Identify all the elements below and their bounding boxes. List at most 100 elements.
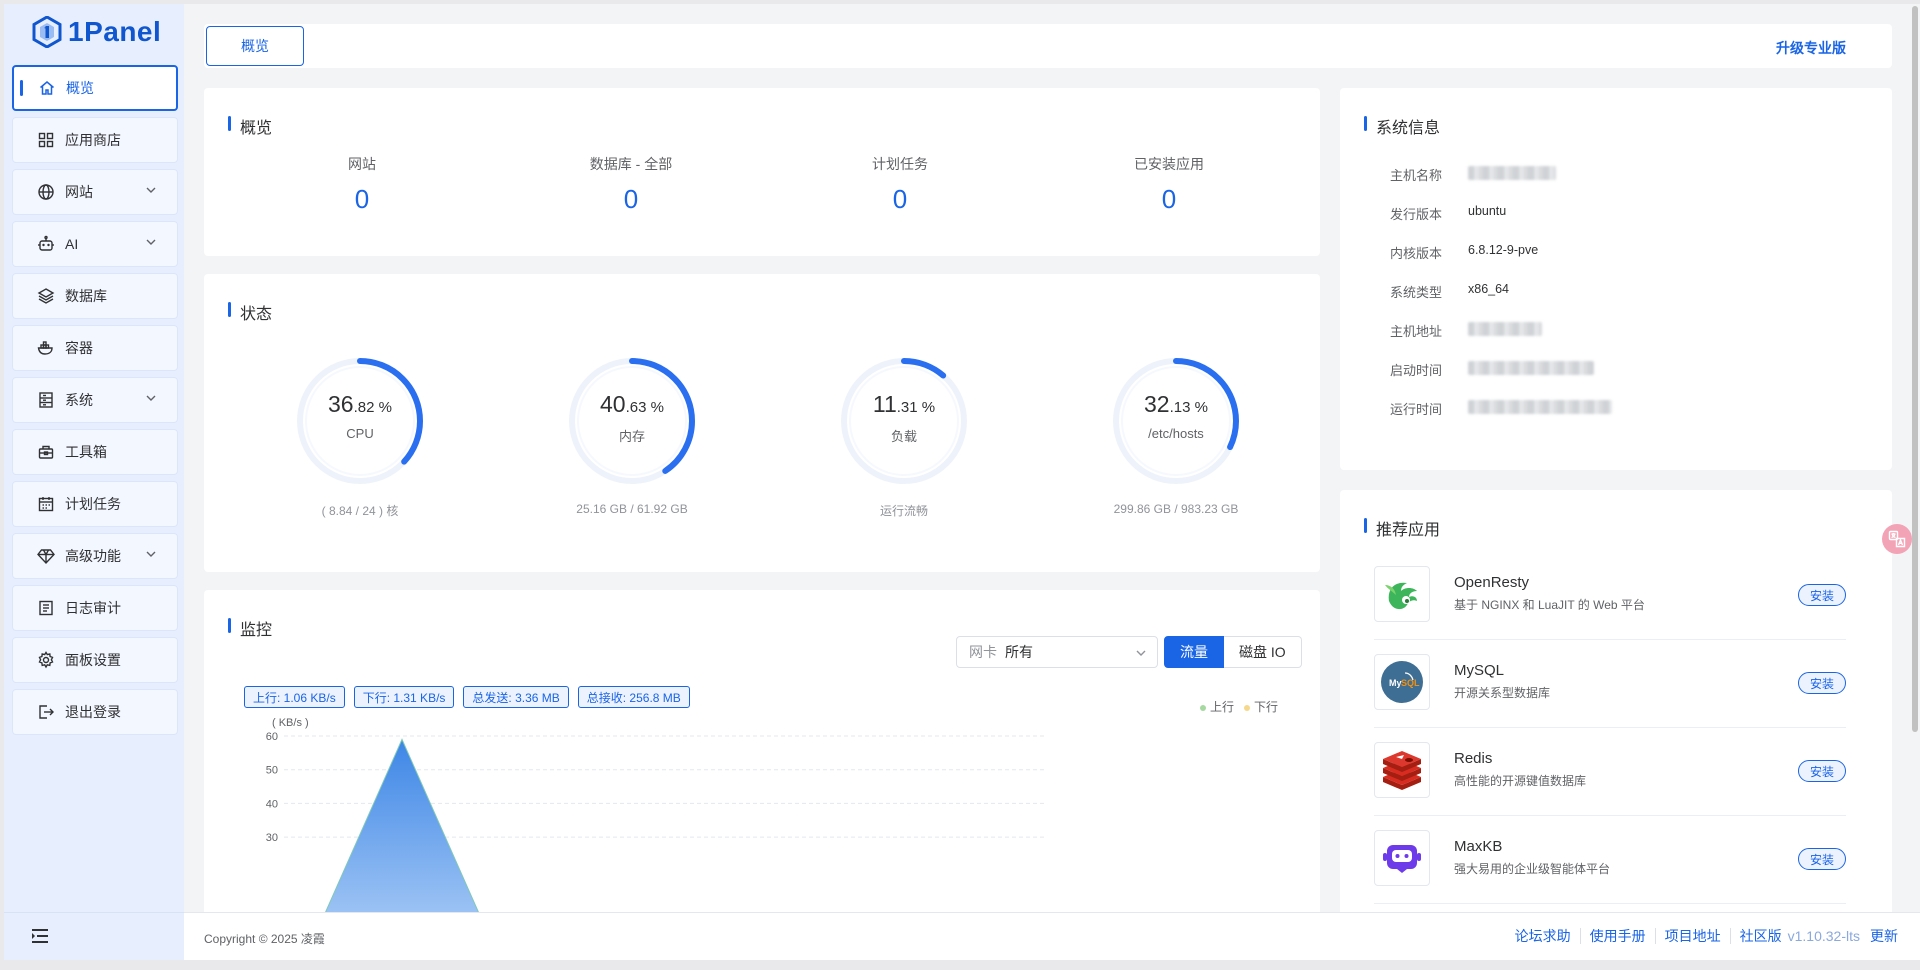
app-description: 高性能的开源键值数据库 xyxy=(1454,774,1587,788)
sidebar-item-label: 系统 xyxy=(65,392,93,408)
redis-icon xyxy=(1374,742,1430,798)
sidebar-item-website[interactable]: 网站 xyxy=(12,169,178,215)
app-row-openresty[interactable]: OpenResty 基于 NGINX 和 LuaJIT 的 Web 平台 安装 xyxy=(1374,552,1846,640)
y-tick-label: 40 xyxy=(266,798,278,810)
disk-io-button[interactable]: 磁盘 IO xyxy=(1224,636,1302,668)
gauge-value: 36.82 % xyxy=(328,391,392,417)
app-row-maxkb[interactable]: MaxKB 强大易用的企业级智能体平台 安装 xyxy=(1374,816,1846,904)
info-value-redacted xyxy=(1468,400,1612,414)
translate-icon[interactable] xyxy=(1882,524,1912,554)
forum-help-link[interactable]: 论坛求助 xyxy=(1506,928,1581,944)
overview-label: 计划任务 xyxy=(872,156,928,172)
monitor-card: 监控 网卡 所有 流量 磁盘 IO 上行: 1.06 KB/s 下行: 1.31… xyxy=(204,590,1320,960)
sidebar-item-database[interactable]: 数据库 xyxy=(12,273,178,319)
legend-item-up[interactable]: 上行 xyxy=(1200,698,1234,715)
install-button[interactable]: 安装 xyxy=(1798,584,1846,606)
info-key: 主机地址 xyxy=(1390,324,1443,339)
edition-label: 社区版 xyxy=(1739,928,1782,944)
log-icon xyxy=(37,599,55,617)
tab-overview[interactable]: 概览 xyxy=(206,26,304,66)
scrollbar-thumb[interactable] xyxy=(1912,6,1918,732)
gauge-load[interactable]: 11.31 % 负载 运行流畅 xyxy=(804,354,1004,519)
home-icon xyxy=(38,79,56,97)
version-number: v1.10.32-lts xyxy=(1787,928,1860,944)
user-manual-link[interactable]: 使用手册 xyxy=(1581,928,1656,944)
overview-installed-apps[interactable]: 已安装应用 0 xyxy=(1069,154,1269,215)
info-row-kernel: 内核版本 6.8.12-9-pve xyxy=(1390,243,1538,262)
info-value: x86_64 xyxy=(1468,282,1510,296)
overview-card: 概览 网站 0 数据库 - 全部 0 计划任务 0 已安装应用 0 xyxy=(204,88,1320,256)
grid-icon xyxy=(37,131,55,149)
brand-logo[interactable]: 1Panel xyxy=(32,14,161,50)
card-title: 状态 xyxy=(228,300,272,324)
traffic-stats: 上行: 1.06 KB/s 下行: 1.31 KB/s 总发送: 3.36 MB… xyxy=(244,686,690,708)
sidebar-item-logout[interactable]: 退出登录 xyxy=(12,689,178,735)
gauge-cpu[interactable]: 36.82 % CPU ( 8.84 / 24 ) 核 xyxy=(260,354,460,519)
sidebar-item-toolbox[interactable]: 工具箱 xyxy=(12,429,178,475)
install-button[interactable]: 安装 xyxy=(1798,760,1846,782)
svg-text:My: My xyxy=(1389,678,1402,688)
info-key: 发行版本 xyxy=(1390,207,1443,222)
sidebar: 1Panel 概览 应用商店 网站 AI 数据库 容器 系统 工具箱 计划任务 … xyxy=(4,4,184,960)
gauge-label: CPU xyxy=(346,426,374,441)
overview-databases[interactable]: 数据库 - 全部 0 xyxy=(531,154,731,215)
menu-collapse-icon[interactable] xyxy=(30,926,50,946)
traffic-button[interactable]: 流量 xyxy=(1164,636,1224,668)
update-link[interactable]: 更新 xyxy=(1866,928,1898,944)
legend-item-down[interactable]: 下行 xyxy=(1244,698,1278,715)
version-info[interactable]: 社区版 v1.10.32-lts xyxy=(1731,928,1866,944)
project-link[interactable]: 项目地址 xyxy=(1656,928,1731,944)
overview-value: 0 xyxy=(1161,184,1177,214)
sidebar-item-label: 工具箱 xyxy=(65,444,107,460)
overview-value: 0 xyxy=(623,184,639,214)
y-tick-label: 30 xyxy=(266,832,278,844)
sidebar-item-label: 数据库 xyxy=(65,288,107,304)
sidebar-item-cron[interactable]: 计划任务 xyxy=(12,481,178,527)
sidebar-item-label: 概览 xyxy=(66,80,94,96)
app-description: 开源关系型数据库 xyxy=(1454,686,1551,700)
overview-value: 0 xyxy=(354,184,370,214)
app-window: 1Panel 概览 应用商店 网站 AI 数据库 容器 系统 工具箱 计划任务 … xyxy=(4,4,1920,960)
sidebar-item-logs[interactable]: 日志审计 xyxy=(12,585,178,631)
diamond-icon xyxy=(37,547,55,565)
gauge-label: 内存 xyxy=(618,429,645,444)
info-value-redacted xyxy=(1468,166,1556,180)
app-row-redis[interactable]: Redis 高性能的开源键值数据库 安装 xyxy=(1374,728,1846,816)
sidebar-item-container[interactable]: 容器 xyxy=(12,325,178,371)
gauge-subtext: 25.16 GB / 61.92 GB xyxy=(576,502,688,516)
app-row-mysql[interactable]: My SQL MySQL 开源关系型数据库 安装 xyxy=(1374,640,1846,728)
app-name: MySQL xyxy=(1454,662,1505,679)
chart-legend: 上行 下行 xyxy=(1200,698,1278,715)
overview-value: 0 xyxy=(892,184,908,214)
overview-label: 网站 xyxy=(348,156,376,172)
sidebar-item-settings[interactable]: 面板设置 xyxy=(12,637,178,683)
y-tick-label: 50 xyxy=(266,765,278,777)
info-value: ubuntu xyxy=(1468,204,1507,218)
upgrade-pro-link[interactable]: 升级专业版 xyxy=(1776,38,1846,58)
install-button[interactable]: 安装 xyxy=(1798,848,1846,870)
nic-select[interactable]: 网卡 所有 xyxy=(956,636,1158,668)
sidebar-item-label: 高级功能 xyxy=(65,548,121,564)
toolbox-icon xyxy=(37,443,55,461)
gauge-memory[interactable]: 40.63 % 内存 25.16 GB / 61.92 GB xyxy=(532,354,732,516)
logout-icon xyxy=(37,703,55,721)
overview-websites[interactable]: 网站 0 xyxy=(262,154,462,215)
sidebar-item-advanced[interactable]: 高级功能 xyxy=(12,533,178,579)
sidebar-item-label: 网站 xyxy=(65,184,93,200)
page-scrollbar[interactable] xyxy=(1910,4,1920,740)
brand-name: 1Panel xyxy=(68,16,162,47)
app-name: OpenResty xyxy=(1454,574,1530,591)
gauge-disk[interactable]: 32.13 % /etc/hosts 299.86 GB / 983.23 GB xyxy=(1076,354,1276,516)
sidebar-item-system[interactable]: 系统 xyxy=(12,377,178,423)
info-row-distro: 发行版本 ubuntu xyxy=(1390,204,1506,223)
overview-label: 已安装应用 xyxy=(1134,156,1204,172)
install-button[interactable]: 安装 xyxy=(1798,672,1846,694)
sidebar-item-ai[interactable]: AI xyxy=(12,221,178,267)
sidebar-item-overview[interactable]: 概览 xyxy=(12,65,178,111)
overview-cron-jobs[interactable]: 计划任务 0 xyxy=(800,154,1000,215)
sidebar-item-app-store[interactable]: 应用商店 xyxy=(12,117,178,163)
recommended-apps-card: 推荐应用 OpenResty 基于 NGINX 和 LuaJIT 的 Web 平… xyxy=(1340,490,1892,960)
nic-select-value: 所有 xyxy=(1005,644,1033,660)
chevron-down-icon xyxy=(146,551,156,557)
info-value-redacted xyxy=(1468,322,1542,336)
